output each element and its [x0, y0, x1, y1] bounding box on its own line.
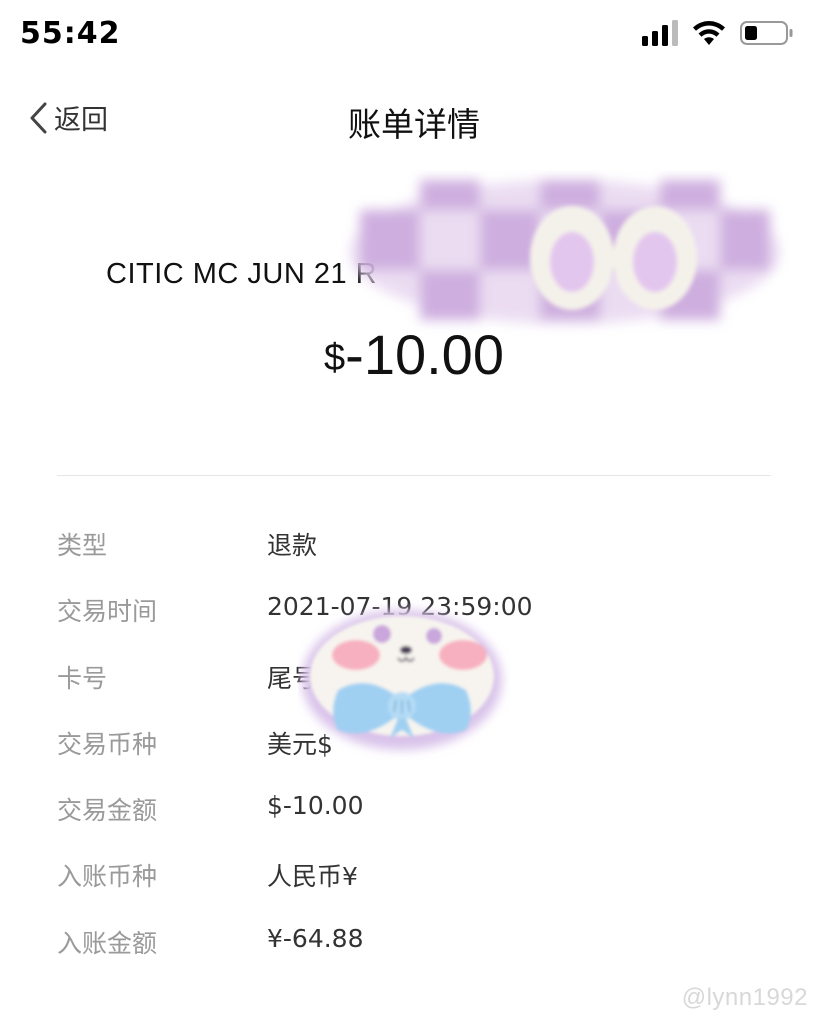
- bunny-ears-sticker: [350, 180, 780, 324]
- wifi-icon: [693, 21, 725, 45]
- battery-icon: [740, 21, 793, 45]
- amount-value: -10.00: [345, 323, 504, 386]
- nav-bar: 返回 账单详情: [0, 90, 828, 154]
- status-icons: [642, 20, 794, 46]
- detail-label: 入账币种: [57, 862, 158, 892]
- detail-value: 人民币¥: [267, 862, 358, 892]
- watermark: @lynn1992: [681, 984, 808, 1011]
- bear-sticker: [302, 610, 502, 750]
- merchant-name: CITIC MC JUN 21 R: [106, 258, 378, 290]
- detail-label: 交易金额: [57, 796, 158, 826]
- amount-currency: $: [324, 337, 346, 379]
- page-title: 账单详情: [348, 105, 480, 144]
- signal-icon: [642, 20, 678, 46]
- detail-value: $-10.00: [267, 791, 364, 821]
- detail-label: 交易币种: [57, 729, 158, 759]
- detail-label: 入账金额: [57, 928, 158, 958]
- detail-label: 类型: [57, 531, 108, 560]
- status-bar: 55:42: [0, 0, 828, 66]
- detail-label: 卡号: [57, 663, 108, 693]
- status-time: 55:42: [20, 16, 121, 51]
- detail-label: 交易时间: [57, 597, 158, 627]
- detail-row-transaction-amount: 交易金额 $-10.00: [57, 785, 771, 851]
- detail-row-posting-amount: 入账金额 ¥-64.88: [57, 918, 771, 984]
- divider: [57, 475, 771, 476]
- detail-value: ¥-64.88: [267, 923, 364, 953]
- detail-row-posting-currency: 入账币种 人民币¥: [57, 851, 771, 917]
- detail-value: 退款: [267, 531, 318, 560]
- transaction-amount: $-10.00: [0, 322, 828, 387]
- detail-row-type: 类型 退款: [57, 520, 771, 586]
